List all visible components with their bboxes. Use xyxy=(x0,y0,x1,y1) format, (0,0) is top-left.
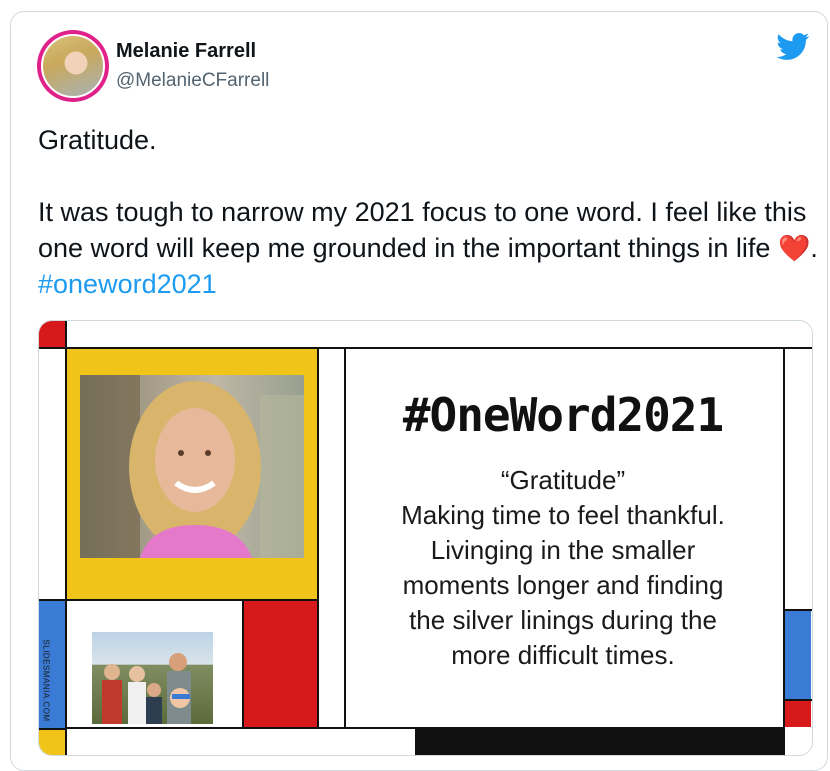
grid-line xyxy=(65,599,319,601)
mondrian-yellow-bottomleft xyxy=(39,730,65,755)
mondrian-blue-right xyxy=(785,611,811,699)
quote-line: more difficult times. xyxy=(451,640,675,670)
heart-emoji-icon: ❤️ xyxy=(777,233,811,263)
quote-line: Making time to feel thankful. xyxy=(401,500,725,530)
family-photo xyxy=(92,632,213,724)
quote-line: the silver linings during the xyxy=(409,605,717,635)
mondrian-red-mid xyxy=(244,601,317,727)
twitter-bird-icon[interactable] xyxy=(776,33,810,61)
grid-line xyxy=(39,347,812,349)
slide-quote: “Gratitude” Making time to feel thankful… xyxy=(345,463,781,673)
grid-line xyxy=(65,727,785,729)
author-handle[interactable]: @MelanieCFarrell xyxy=(116,70,269,92)
tweet-body: It was tough to narrow my 2021 focus to … xyxy=(38,194,818,302)
tweet-body-text: It was tough to narrow my 2021 focus to … xyxy=(38,197,807,263)
portrait-illustration xyxy=(80,375,304,558)
quote-line: moments longer and finding xyxy=(402,570,724,600)
grid-line xyxy=(785,699,812,701)
grid-line xyxy=(39,599,66,601)
slidesmania-watermark: SLIDESMANIA.COM xyxy=(31,630,61,730)
mondrian-red-right xyxy=(785,701,811,727)
portrait-photo xyxy=(80,375,304,558)
grid-line xyxy=(785,609,812,611)
quote-line: “Gratitude” xyxy=(500,465,626,495)
avatar-photo xyxy=(41,34,105,98)
mondrian-red-topleft xyxy=(39,321,66,348)
tweet-text: Gratitude. It was tough to narrow my 202… xyxy=(38,122,818,302)
slide-title: #OneWord2021 xyxy=(402,388,724,442)
grid-line xyxy=(65,321,67,755)
grid-line xyxy=(783,347,785,755)
tweet-line-gratitude: Gratitude. xyxy=(38,125,157,155)
author-avatar[interactable] xyxy=(37,30,109,102)
grid-line xyxy=(317,347,319,729)
author-name[interactable]: Melanie Farrell xyxy=(116,40,256,63)
mondrian-black-bottom xyxy=(415,729,785,755)
family-illustration xyxy=(102,653,191,724)
tweet-period: . xyxy=(810,233,818,263)
grid-line xyxy=(242,601,244,727)
watermark-text: SLIDESMANIA.COM xyxy=(41,638,51,722)
quote-line: Livinging in the smaller xyxy=(430,535,696,565)
hashtag-link[interactable]: #oneword2021 xyxy=(38,269,217,299)
